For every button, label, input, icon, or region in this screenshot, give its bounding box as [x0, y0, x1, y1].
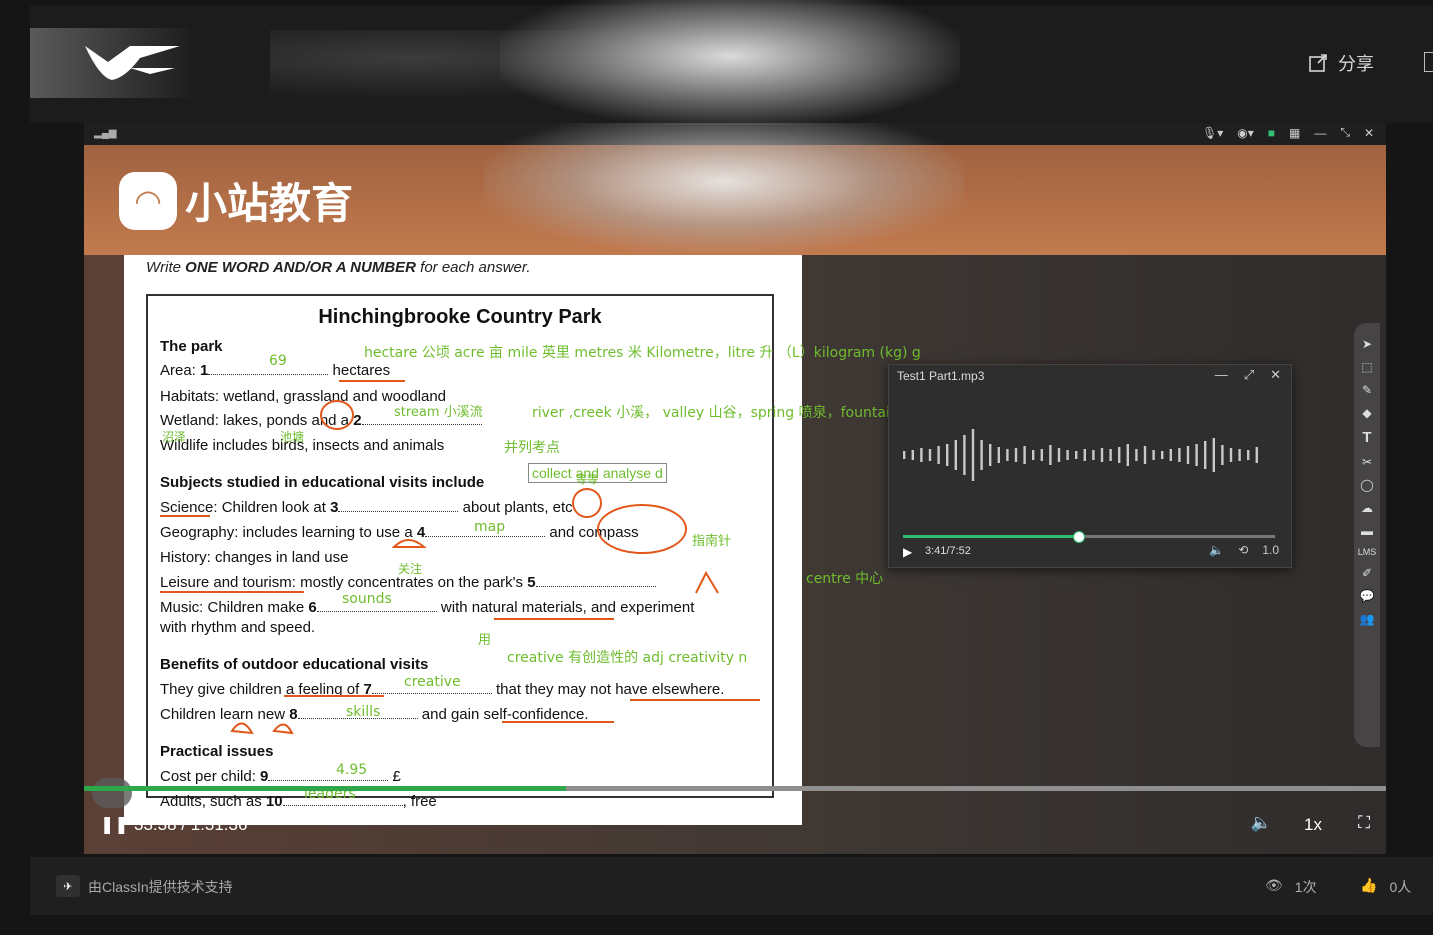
waveform-bar	[963, 435, 966, 475]
share-icon	[1309, 54, 1327, 72]
volume-icon[interactable]: 🔈	[1209, 543, 1224, 557]
credit-text: 由ClassIn提供技术支持	[88, 879, 233, 895]
waveform-bar	[1161, 451, 1164, 459]
waveform-bar	[1040, 449, 1043, 461]
classin-logo-icon: ✈	[56, 875, 80, 897]
select-icon[interactable]: ⬚	[1361, 360, 1372, 374]
audio-progress-bar[interactable]	[903, 531, 1275, 543]
app-logo	[30, 28, 190, 98]
waveform-bar	[1014, 448, 1018, 462]
chat-icon[interactable]: 💬	[1360, 589, 1375, 603]
waveform-bar	[1229, 448, 1233, 462]
waveform-bar	[1066, 450, 1069, 460]
waveform-bar	[903, 451, 906, 459]
waveform-bar	[1075, 451, 1078, 459]
circle-icon[interactable]: ◯	[1360, 478, 1373, 492]
waveform-bar	[1169, 449, 1172, 461]
waveform-bar	[1143, 446, 1147, 464]
more-icon[interactable]	[1424, 52, 1433, 72]
footer-bar: ✈ 由ClassIn提供技术支持 👁 1次 👍 0人	[30, 857, 1433, 915]
pause-icon[interactable]: ❚❚	[100, 815, 129, 835]
audio-progress-knob[interactable]	[1073, 531, 1085, 543]
waveform-bar	[1204, 441, 1207, 469]
waveform-bar	[1049, 445, 1052, 465]
loop-off-icon[interactable]: ⟲	[1238, 543, 1248, 557]
video-controls: ❚❚ 33:38 / 1:31:36 🔈 1x ⛶	[84, 803, 1386, 843]
bird-logo-icon	[85, 46, 180, 80]
waveform-bar	[997, 447, 1000, 463]
waveform-bar	[937, 446, 940, 464]
waveform-bar	[1135, 449, 1138, 461]
player-window-controls: — ⤢ ✕	[1215, 367, 1281, 383]
audio-player[interactable]: Test1 Part1.mp3 — ⤢ ✕ ▶ 3:41/7:52 🔈 ⟲ 1.…	[888, 364, 1292, 568]
expand-icon[interactable]: ⤢	[1244, 367, 1254, 383]
eraser-icon[interactable]: ◆	[1362, 406, 1371, 420]
waveform-bar	[920, 448, 923, 462]
eye-icon: 👁	[1265, 877, 1283, 893]
waveform-bar	[1212, 438, 1215, 472]
waveform-bar	[989, 444, 992, 466]
view-count-label: 1次	[1294, 879, 1317, 895]
like-button[interactable]: 👍 0人	[1360, 877, 1411, 897]
waveform-bar	[1221, 445, 1224, 465]
waveform-bar	[1186, 446, 1190, 464]
waveform-bar	[1255, 447, 1258, 463]
waveform-bar	[928, 449, 932, 461]
waveform-bar	[1126, 444, 1129, 466]
lms-icon[interactable]: LMS	[1358, 547, 1377, 557]
audio-title: Test1 Part1.mp3	[897, 369, 985, 383]
pen-icon[interactable]: ✎	[1362, 383, 1372, 397]
waveform	[903, 429, 1258, 481]
app-frame: 分享 ▂▄▆ 🎙▾ ◉▾ ■ ▦ — ⤡ ✕ ◠ 小站教育 Write ONE …	[0, 0, 1433, 935]
audio-time: 3:41/7:52	[925, 545, 971, 557]
cloud-icon[interactable]: ☁	[1361, 501, 1373, 515]
users-icon[interactable]: 👥	[1360, 612, 1375, 626]
waveform-bar	[1023, 446, 1026, 464]
fullscreen-icon[interactable]: ⛶	[1358, 813, 1370, 833]
waveform-bar	[1238, 449, 1241, 461]
waveform-bar	[1247, 450, 1250, 460]
waveform-bar	[1100, 448, 1104, 462]
waveform-bar	[1109, 449, 1112, 461]
waveform-bar	[980, 440, 983, 470]
video-progress-fill	[84, 786, 566, 791]
waveform-bar	[911, 450, 914, 460]
classroom-window: ▂▄▆ 🎙▾ ◉▾ ■ ▦ — ⤡ ✕ ◠ 小站教育 Write ONE WOR…	[84, 123, 1386, 854]
waveform-bar	[1178, 448, 1181, 462]
waveform-bar	[1032, 450, 1035, 460]
video-progress-bar[interactable]	[84, 786, 1386, 791]
volume-icon[interactable]: 🔈	[1251, 813, 1272, 833]
audio-progress-fill	[903, 535, 1078, 538]
waveform-bar	[1152, 450, 1155, 460]
waveform-bar	[1083, 449, 1086, 461]
briefcase-icon[interactable]: ▬	[1361, 524, 1373, 538]
blur-overlay	[500, 0, 960, 125]
edit-icon[interactable]: ✐	[1362, 566, 1372, 580]
waveform-bar	[1006, 449, 1009, 461]
view-count: 👁 1次	[1265, 877, 1317, 897]
like-count-label: 0人	[1389, 879, 1412, 895]
scissors-icon[interactable]: ✂	[1362, 455, 1372, 469]
share-label: 分享	[1338, 54, 1374, 74]
play-icon[interactable]: ▶	[903, 545, 912, 559]
waveform-bar	[946, 444, 949, 466]
drawing-toolbar: ➤ ⬚ ✎ ◆ T ✂ ◯ ☁ ▬ LMS ✐ 💬 👥	[1354, 323, 1380, 747]
waveform-bar	[1195, 444, 1198, 466]
video-speed[interactable]: 1x	[1304, 815, 1322, 835]
video-time: 33:38 / 1:31:36	[134, 815, 248, 834]
waveform-bar	[954, 440, 957, 470]
cursor-icon[interactable]: ➤	[1362, 337, 1372, 351]
close-icon[interactable]: ✕	[1270, 367, 1281, 383]
text-tool-icon[interactable]: T	[1362, 429, 1371, 446]
playback-speed[interactable]: 1.0	[1262, 543, 1279, 557]
waveform-bar	[1057, 448, 1061, 462]
player-right-controls: 🔈 ⟲ 1.0	[1209, 543, 1279, 557]
waveform-bar	[1118, 447, 1121, 463]
thumbs-up-icon: 👍	[1360, 877, 1378, 893]
waveform-bar	[1092, 450, 1095, 460]
share-button[interactable]: 分享	[1308, 50, 1374, 76]
waveform-bar	[971, 429, 975, 481]
minimize-icon[interactable]: —	[1215, 367, 1228, 383]
